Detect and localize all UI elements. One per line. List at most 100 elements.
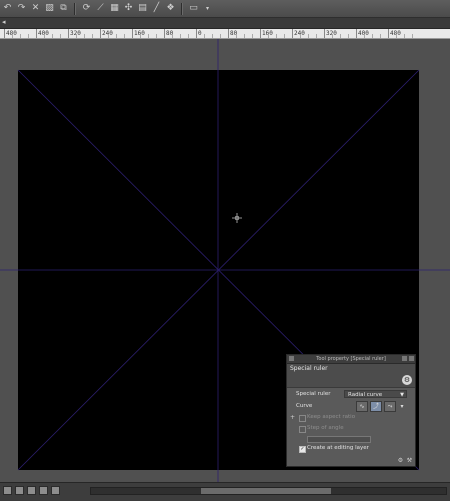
close-icon[interactable] [409,356,414,361]
ruler-minor-tick [28,34,29,38]
step-of-angle-checkbox[interactable] [299,426,306,433]
clear-icon[interactable]: ✕ [30,3,41,14]
curve-row: Curve ∿ ⤴ ⤳ ▾ [287,400,415,412]
toolbar-divider [74,2,76,15]
ruler-icon[interactable]: ▤ [137,3,148,14]
special-ruler-row: Special ruler Radial curve ▼ [287,388,415,400]
ruler-tick [132,29,133,38]
ruler-minor-tick [148,34,149,38]
ruler-minor-tick [44,34,45,38]
expand-icon[interactable]: + [290,412,295,423]
keep-aspect-ratio-checkbox[interactable] [299,415,306,422]
ruler-tick [100,29,101,38]
ruler-minor-tick [12,34,13,38]
special-ruler-label: Special ruler [296,391,331,397]
panel-title: Tool property [Special ruler] [316,356,386,362]
ruler-minor-tick [60,34,61,38]
create-at-editing-layer-checkbox[interactable]: ✓ [299,446,306,453]
keep-aspect-ratio-row: + Keep aspect ratio [287,412,415,423]
chevron-left-icon[interactable]: ◂ [2,18,6,26]
navigator-controls [3,486,60,495]
chevron-down-icon[interactable]: ▾ [202,3,213,14]
ruler-tick [324,29,325,38]
ruler-minor-tick [244,34,245,38]
ruler-minor-tick [276,34,277,38]
toolbar-divider [181,2,183,15]
ruler-minor-tick [188,34,189,38]
panel-footer: ⚙ ⚒ [287,456,415,466]
step-of-angle-slider[interactable] [307,436,371,443]
ruler-tick [356,29,357,38]
curve-buttons: ∿ ⤴ ⤳ ▾ [356,401,406,412]
ruler-minor-tick [316,34,317,38]
curve-cubic-icon[interactable]: ⤳ [384,401,396,412]
ruler-tick [388,29,389,38]
ruler-minor-tick [404,34,405,38]
curve-icon[interactable]: ❖ [165,3,176,14]
special-ruler-select[interactable]: Radial curve ▼ [344,390,407,398]
ruler-minor-tick [124,34,125,38]
ruler-minor-tick [340,34,341,38]
line-icon[interactable]: ╱ [151,3,162,14]
zoom-out-icon[interactable] [3,486,12,495]
special-ruler-value: Radial curve [348,392,383,398]
settings-icon[interactable]: ⚙ [397,457,404,464]
undo-icon[interactable]: ↶ [2,3,13,14]
zoom-in-icon[interactable] [15,486,24,495]
snap-ruler-icon[interactable]: ⟋ [95,3,106,14]
create-at-editing-layer-label: Create at editing layer [307,445,369,451]
horizontal-scrollbar[interactable] [90,487,447,495]
fill-icon[interactable]: ▨ [44,3,55,14]
ruler-tick [36,29,37,38]
fit-icon[interactable] [27,486,36,495]
wrench-settings-icon[interactable]: ⚒ [406,457,413,464]
ruler-minor-tick [236,34,237,38]
step-of-angle-label: Step of angle [307,425,344,431]
curve-quadratic-icon[interactable]: ⤴ [370,401,382,412]
create-at-editing-layer-row: ✓ Create at editing layer [287,443,415,454]
ruler-minor-tick [140,34,141,38]
minimize-icon[interactable] [402,356,407,361]
transform-icon[interactable]: ⧉ [58,3,69,14]
wrench-icon[interactable]: ⚙ [402,375,412,385]
panel-icon-row: ⚙ [287,374,415,388]
ruler-minor-tick [108,34,109,38]
flip-icon[interactable] [51,486,60,495]
panel-title-bar[interactable]: Tool property [Special ruler] [287,355,415,364]
ruler-minor-tick [52,34,53,38]
step-of-angle-slider-row [287,434,415,443]
ruler-tick [68,29,69,38]
redo-icon[interactable]: ↷ [16,3,27,14]
panel-menu-icon[interactable] [289,356,294,361]
ruler-minor-tick [380,34,381,38]
scrollbar-thumb[interactable] [201,488,331,494]
chevron-down-icon[interactable]: ▾ [398,401,406,412]
window-icon[interactable]: ▭ [188,3,199,14]
ruler-tick [164,29,165,38]
ruler-minor-tick [156,34,157,38]
step-of-angle-row: Step of angle [287,423,415,434]
ruler-tick [292,29,293,38]
rotate-icon[interactable]: ⟳ [81,3,92,14]
status-bar [0,482,450,501]
ruler-minor-tick [172,34,173,38]
curve-spline-icon[interactable]: ∿ [356,401,368,412]
ruler-minor-tick [348,34,349,38]
snap-special-ruler-icon[interactable]: ✣ [123,3,134,14]
ruler-minor-tick [332,34,333,38]
ruler-minor-tick [308,34,309,38]
ruler-minor-tick [116,34,117,38]
panel-subtitle: Special ruler [287,364,415,374]
ruler-minor-tick [372,34,373,38]
ruler-minor-tick [204,34,205,38]
horizontal-ruler: 48040032024016080080160240320400480 [0,29,450,39]
snap-grid-icon[interactable]: ▦ [109,3,120,14]
tool-property-panel: Tool property [Special ruler] Special ru… [286,354,416,467]
ruler-minor-tick [212,34,213,38]
ruler-tick [196,29,197,38]
rotate-canvas-icon[interactable] [39,486,48,495]
ruler-minor-tick [364,34,365,38]
ruler-minor-tick [284,34,285,38]
ruler-minor-tick [84,34,85,38]
ruler-minor-tick [180,34,181,38]
